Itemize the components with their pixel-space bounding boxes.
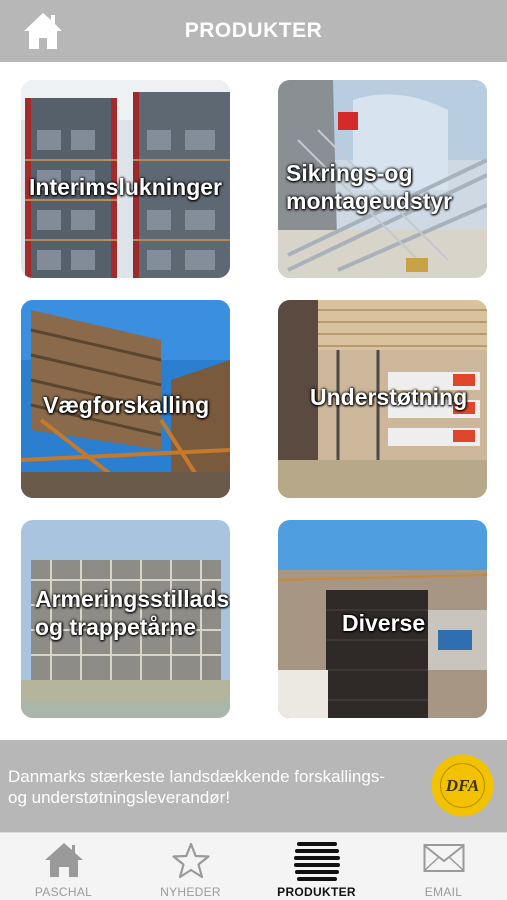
mail-icon bbox=[423, 844, 464, 872]
product-tile-interimslukninger[interactable]: Interimslukninger bbox=[21, 80, 230, 278]
top-bar: PRODUKTER bbox=[0, 0, 507, 62]
tab-label: EMAIL bbox=[424, 885, 463, 899]
product-tile-sikrings-og-montageudstyr[interactable]: Sikrings-og montageudstyr bbox=[278, 80, 487, 278]
star-icon bbox=[171, 842, 210, 879]
tab-produkter[interactable]: PRODUKTER bbox=[253, 833, 380, 900]
tab-paschal[interactable]: PASCHAL bbox=[0, 833, 127, 900]
dfa-membership-badge: DFA bbox=[431, 754, 494, 817]
tile-label: Vægforskalling bbox=[43, 392, 210, 418]
product-tile-understoetning[interactable]: Understøtning bbox=[278, 300, 487, 498]
tile-label: Armeringsstillads og trappetårne bbox=[35, 586, 230, 640]
tile-label: Understøtning bbox=[310, 384, 468, 410]
app-root: PRODUKTER Interimslukninger Sikrings-og … bbox=[0, 0, 507, 900]
stack-icon bbox=[293, 842, 340, 881]
badge-text: DFA bbox=[445, 776, 479, 795]
tab-label: PASCHAL bbox=[34, 885, 93, 899]
tab-label: NYHEDER bbox=[160, 885, 221, 899]
tab-bar: PASCHAL NYHEDER PRODUKTER EMAIL bbox=[0, 832, 507, 900]
home-icon bbox=[44, 843, 83, 877]
product-tile-diverse[interactable]: Diverse bbox=[278, 520, 487, 718]
tab-nyheder[interactable]: NYHEDER bbox=[127, 833, 254, 900]
banner-text: Danmarks stærkeste landsdækkende forskal… bbox=[8, 767, 385, 807]
page-title: PRODUKTER bbox=[184, 19, 323, 42]
product-tile-armeringsstillads[interactable]: Armeringsstillads og trappetårne bbox=[21, 520, 230, 718]
tab-email[interactable]: EMAIL bbox=[380, 833, 507, 900]
tile-label: Sikrings-og montageudstyr bbox=[286, 160, 453, 214]
tile-label: Diverse bbox=[342, 610, 426, 636]
tab-label: PRODUKTER bbox=[277, 885, 356, 899]
tile-label: Interimslukninger bbox=[29, 174, 222, 200]
product-tile-vaegforskalling[interactable]: Vægforskalling bbox=[21, 300, 230, 498]
